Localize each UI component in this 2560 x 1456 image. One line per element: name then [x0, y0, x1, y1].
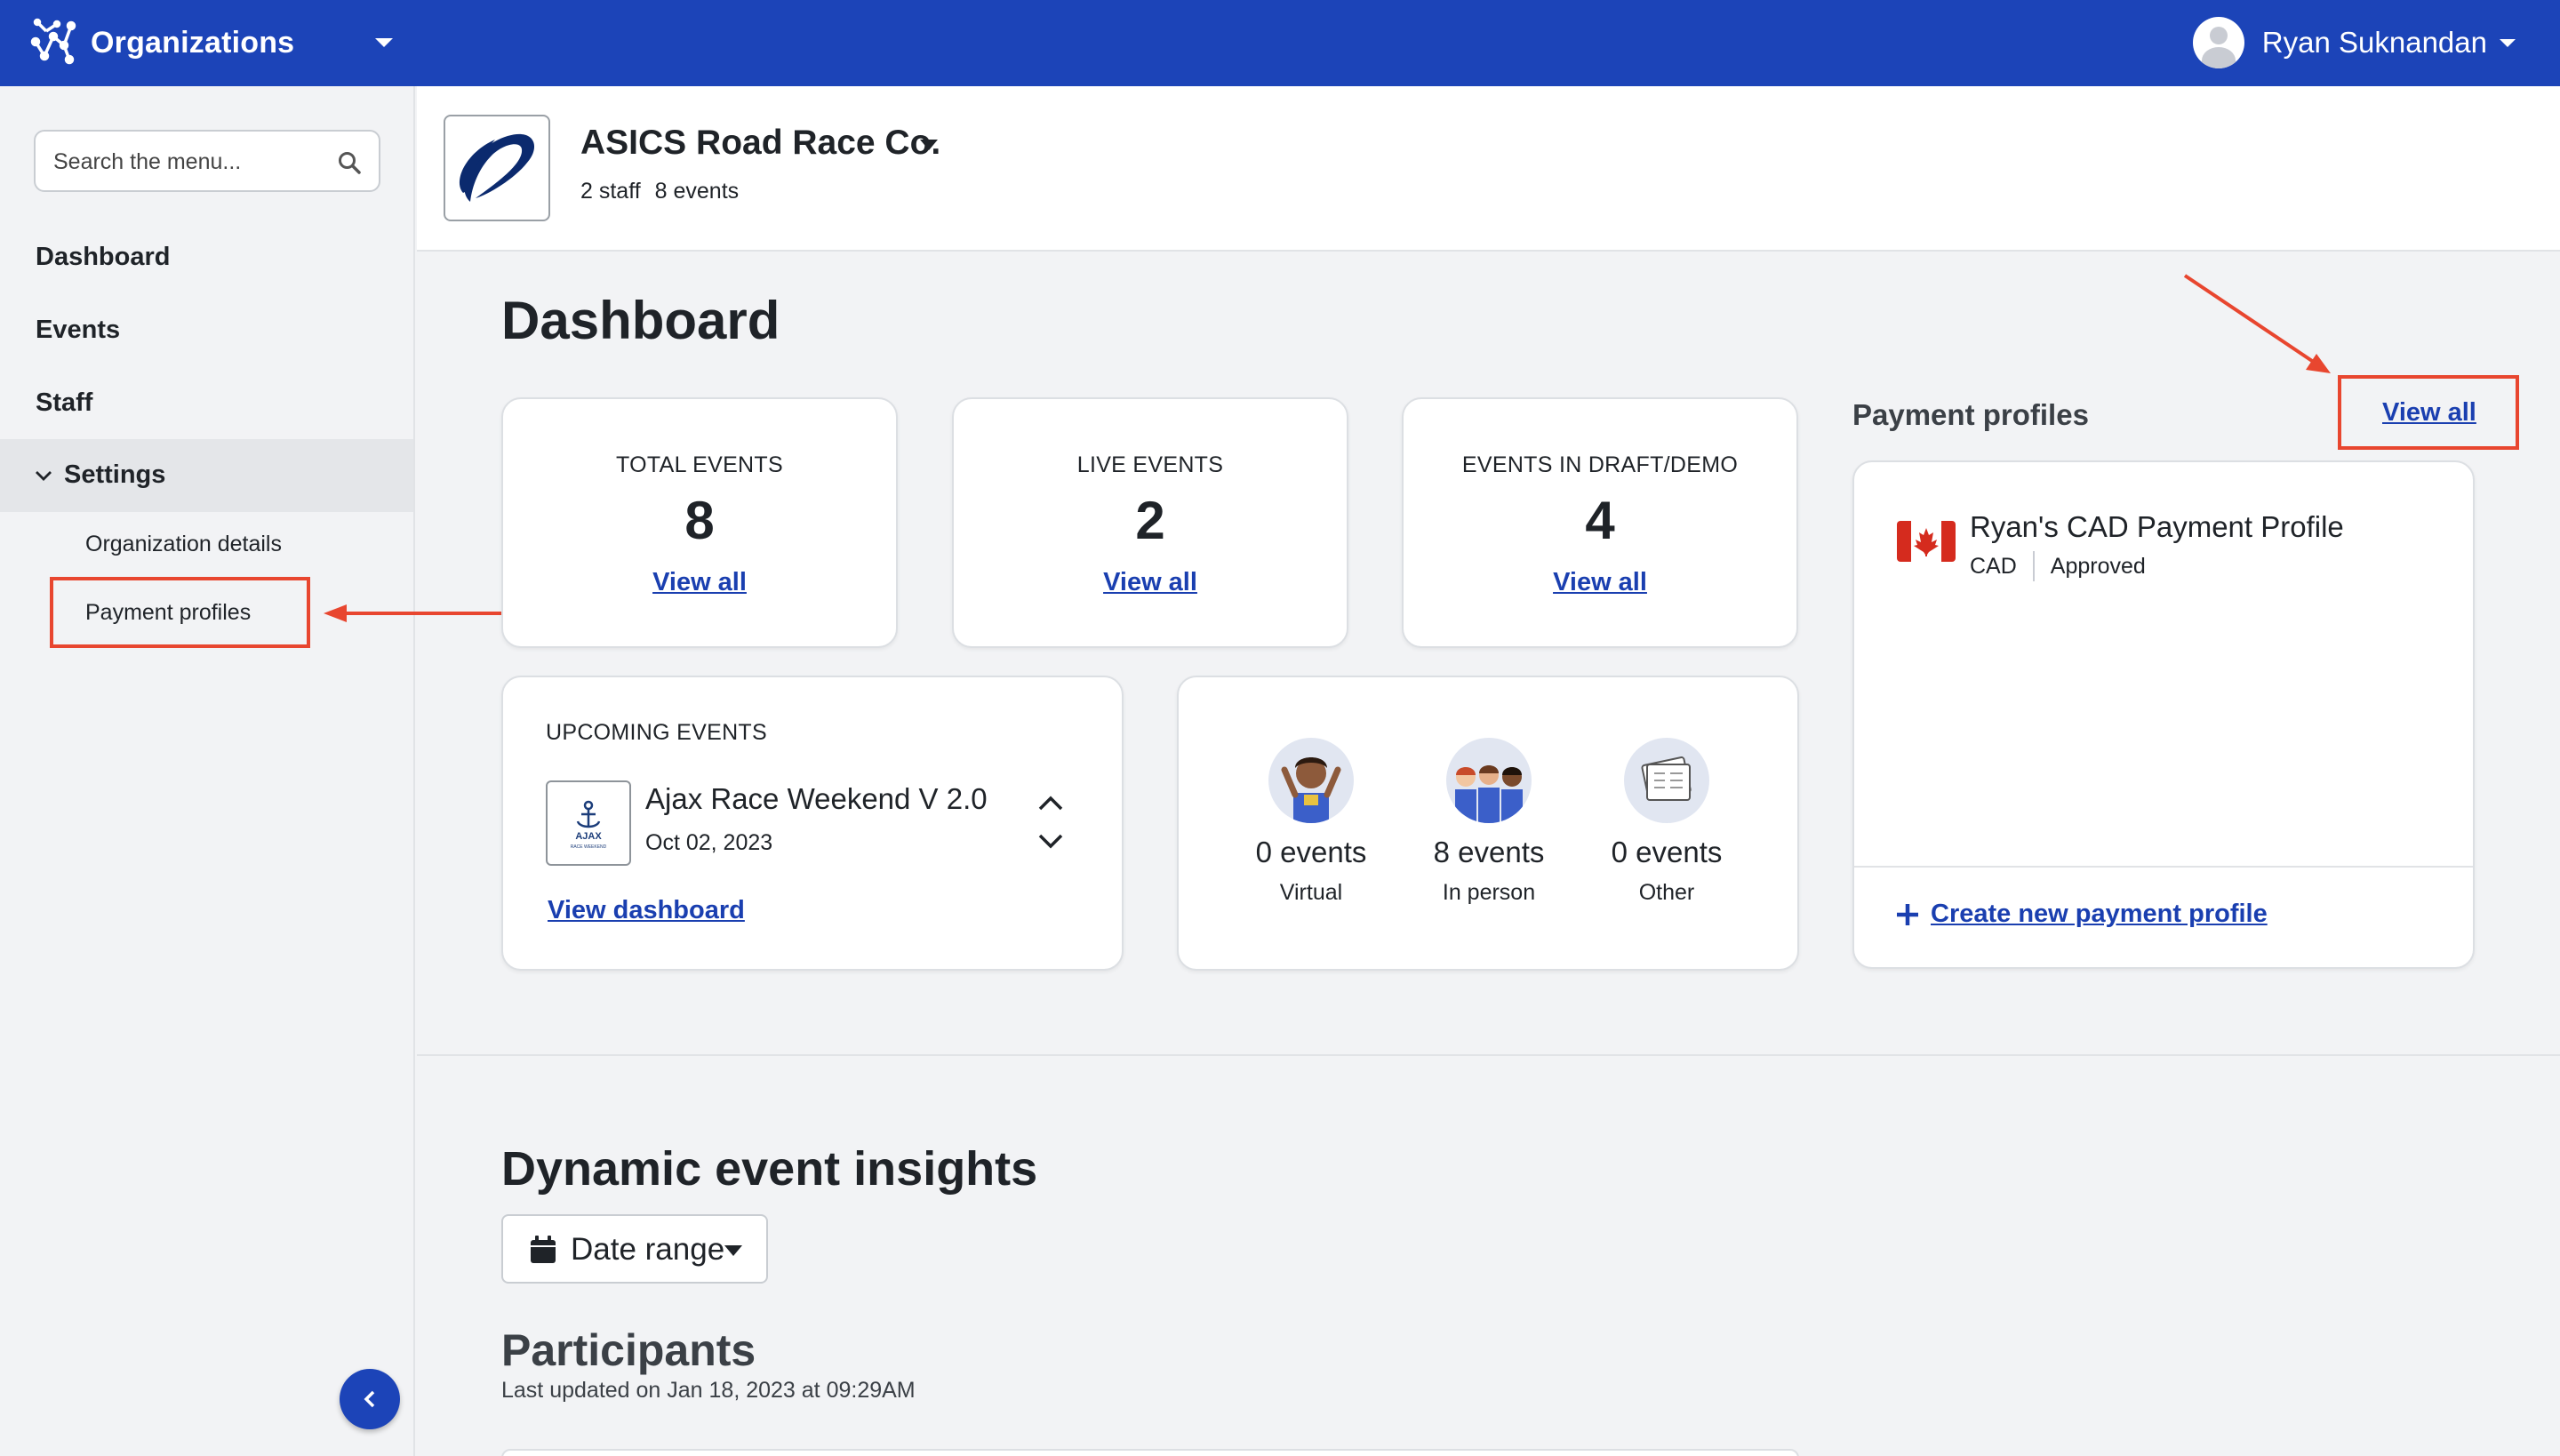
event-type-count: 0 events	[1255, 836, 1367, 868]
annotation-arrow	[2183, 274, 2331, 373]
stat-card-draft-events: EVENTS IN DRAFT/DEMO 4 View all	[1402, 397, 1798, 648]
in-person-group-icon	[1446, 738, 1532, 823]
calendar-icon	[531, 1236, 556, 1263]
collapse-sidebar-button[interactable]	[340, 1369, 400, 1429]
stat-value: 4	[1585, 491, 1615, 550]
event-logo-subtext: RACE WEEKEND	[571, 844, 607, 850]
payment-profile-name[interactable]: Ryan's CAD Payment Profile	[1970, 510, 2344, 544]
sidebar-item-label: Settings	[64, 460, 166, 489]
user-menu[interactable]: Ryan Suknandan	[2192, 14, 2517, 71]
org-logo	[444, 115, 550, 221]
org-events-count: 8 events	[654, 179, 740, 204]
divider	[1854, 866, 2473, 868]
last-updated-text: Last updated on Jan 18, 2023 at 09:29AM	[501, 1378, 916, 1403]
view-all-total-events-link[interactable]: View all	[652, 568, 747, 596]
tickets-icon	[1624, 738, 1709, 823]
org-staff-count: 2 staff	[580, 179, 641, 204]
stat-label: LIVE EVENTS	[1076, 452, 1224, 477]
plus-icon	[1897, 903, 1918, 925]
stat-label: TOTAL EVENTS	[616, 452, 783, 477]
user-name: Ryan Suknandan	[2261, 26, 2487, 59]
payment-profile-currency: CAD	[1970, 553, 2017, 579]
event-logo-text: AJAX	[575, 831, 602, 842]
stat-label: EVENTS IN DRAFT/DEMO	[1461, 452, 1739, 477]
create-payment-profile-link[interactable]: Create new payment profile	[1931, 900, 2268, 929]
sidebar-item-organization-details[interactable]: Organization details	[85, 532, 282, 557]
chevron-down-icon	[2500, 39, 2516, 47]
date-range-button[interactable]: Date range	[501, 1214, 768, 1284]
date-range-label: Date range	[571, 1232, 725, 1267]
divider	[2032, 551, 2035, 581]
section-divider	[417, 1054, 2560, 1056]
participants-title: Participants	[501, 1325, 756, 1375]
upcoming-events-title: UPCOMING EVENTS	[546, 720, 767, 745]
network-graph-icon	[27, 15, 78, 71]
event-name: Ajax Race Weekend V 2.0	[645, 782, 988, 815]
chevron-down-icon[interactable]	[919, 138, 939, 152]
org-switcher-label: Organizations	[91, 25, 295, 60]
event-type-count: 8 events	[1433, 836, 1545, 868]
participants-card	[501, 1449, 1799, 1456]
payment-profile-status: Approved	[2050, 553, 2146, 579]
create-payment-profile[interactable]: Create new payment profile	[1895, 900, 2268, 929]
payment-profiles-title: Payment profiles	[1852, 398, 2089, 431]
sidebar: Dashboard Events Staff Settings Organiza…	[0, 86, 415, 1456]
annotation-highlight-box	[2338, 375, 2519, 450]
chevron-down-icon	[724, 1245, 742, 1256]
event-date: Oct 02, 2023	[645, 830, 773, 855]
payment-profile-card: Ryan's CAD Payment Profile CAD Approved …	[1852, 460, 2475, 969]
chevron-left-icon	[364, 1390, 375, 1408]
upcoming-events-card: UPCOMING EVENTS AJAX RACE WEEKEND Ajax R…	[501, 676, 1124, 971]
sidebar-item-settings[interactable]: Settings	[0, 439, 413, 512]
event-type-label: Other	[1638, 880, 1695, 905]
org-name[interactable]: ASICS Road Race Co.	[580, 124, 940, 163]
chevron-down-icon[interactable]	[373, 34, 395, 52]
sidebar-item-dashboard[interactable]: Dashboard	[36, 243, 170, 272]
event-type-virtual: 0 events Virtual	[1222, 738, 1400, 906]
stat-card-live-events: LIVE EVENTS 2 View all	[952, 397, 1348, 648]
stat-value: 2	[1135, 491, 1165, 550]
chevron-down-icon[interactable]	[1036, 832, 1065, 852]
view-dashboard-link[interactable]: View dashboard	[548, 896, 745, 924]
search-icon[interactable]	[338, 151, 361, 174]
event-types-card: 0 events Virtual 8 events In person 0 ev…	[1177, 676, 1799, 971]
org-switcher[interactable]: Organizations	[27, 14, 294, 71]
virtual-runner-icon	[1268, 738, 1354, 823]
event-type-other: 0 events Other	[1578, 738, 1756, 906]
insights-title: Dynamic event insights	[501, 1142, 1038, 1196]
avatar	[2192, 17, 2244, 68]
page-title: Dashboard	[501, 291, 780, 350]
sidebar-item-events[interactable]: Events	[36, 316, 120, 345]
chevron-down-icon	[36, 471, 52, 481]
event-logo: AJAX RACE WEEKEND	[546, 780, 631, 866]
org-header: ASICS Road Race Co. 2 staff 8 events	[417, 86, 2560, 252]
stat-card-total-events: TOTAL EVENTS 8 View all	[501, 397, 898, 648]
view-all-draft-events-link[interactable]: View all	[1553, 568, 1647, 596]
top-navbar: Organizations Ryan Suknandan	[0, 0, 2560, 86]
event-type-count: 0 events	[1611, 836, 1723, 868]
menu-search	[34, 130, 380, 192]
sidebar-item-staff[interactable]: Staff	[36, 388, 92, 418]
canada-flag-icon	[1897, 521, 1956, 562]
event-type-label: Virtual	[1279, 880, 1343, 905]
chevron-up-icon[interactable]	[1036, 793, 1065, 812]
event-type-label: In person	[1442, 880, 1536, 905]
stat-value: 8	[684, 491, 715, 550]
view-all-live-events-link[interactable]: View all	[1103, 568, 1197, 596]
event-type-in-person: 8 events In person	[1400, 738, 1578, 906]
org-meta: 2 staff 8 events	[580, 179, 739, 204]
annotation-highlight-box	[50, 577, 310, 648]
search-input[interactable]	[53, 144, 338, 180]
payment-profile-details: CAD Approved	[1970, 551, 2146, 581]
